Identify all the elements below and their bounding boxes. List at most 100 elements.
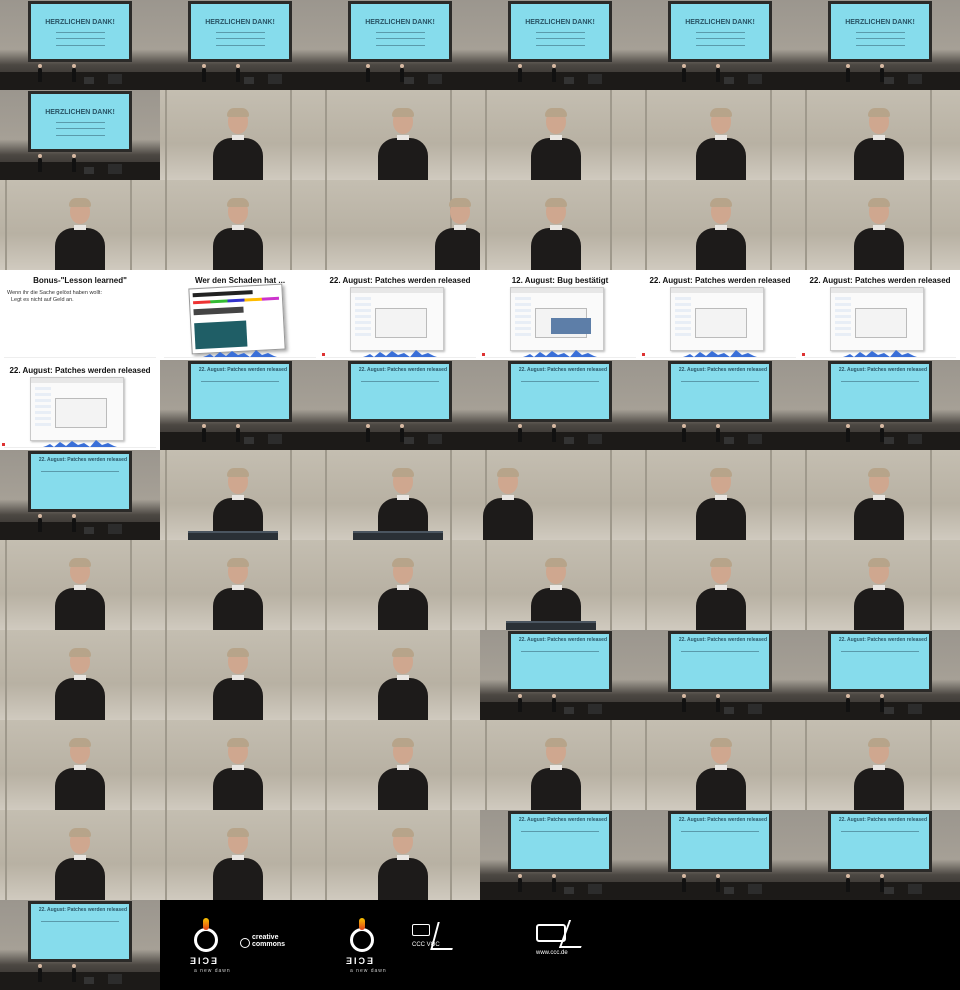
speaker-hair — [868, 558, 890, 567]
video-thumbnail: 22. August: Patches werden released — [800, 630, 960, 720]
projector-screen: HERZLICHEN DANK! — [828, 1, 932, 62]
speaker-body — [854, 138, 904, 180]
wall-panel — [325, 810, 327, 900]
wall-panel — [325, 90, 327, 180]
screen-line — [840, 650, 920, 652]
presenter — [38, 64, 42, 82]
screen-content: HERZLICHEN DANK! — [191, 4, 289, 59]
speaker-hair — [868, 468, 890, 477]
wall-panel — [5, 720, 7, 810]
screen-line — [375, 44, 425, 46]
wall-panel — [645, 90, 647, 180]
screen-line — [55, 44, 105, 46]
presenter — [716, 694, 720, 712]
speaker-body — [213, 228, 263, 270]
presenter — [682, 424, 686, 442]
sidebar-lines — [515, 297, 531, 337]
shirt-collar — [232, 495, 244, 500]
lectern — [428, 74, 442, 84]
speaker-body — [696, 588, 746, 630]
wall-panel — [645, 720, 647, 810]
video-thumbnail — [320, 630, 480, 720]
stage-monitor — [884, 437, 894, 444]
slide-footer-line — [4, 357, 156, 358]
screen-content: 22. August: Patches werden released — [671, 634, 769, 689]
lectern — [748, 884, 762, 894]
browser-bar — [831, 288, 923, 293]
screen-line — [55, 121, 105, 123]
speaker-body — [55, 768, 105, 810]
browser-bar — [511, 288, 603, 293]
lectern — [108, 974, 122, 984]
stage-monitor — [564, 707, 574, 714]
stage-floor — [480, 702, 640, 720]
wall-panel — [450, 630, 452, 720]
wall-panel — [805, 450, 807, 540]
congress-logo-word: ƎIƆƎ — [346, 956, 376, 966]
presenter — [366, 64, 370, 82]
speaker-hair — [710, 108, 732, 117]
presenter — [202, 64, 206, 82]
video-thumbnail — [320, 90, 480, 180]
screen-line — [215, 38, 265, 40]
shirt-collar — [397, 855, 409, 860]
screen-line — [215, 44, 265, 46]
speaker-hair — [227, 468, 249, 477]
speaker-hair — [392, 648, 414, 657]
video-thumbnail: 22. August: Patches werden released — [480, 630, 640, 720]
video-thumbnail — [160, 540, 320, 630]
video-thumbnail: 22. August: Patches werden released — [0, 360, 160, 450]
lectern-edge — [353, 531, 443, 540]
lectern — [588, 74, 602, 84]
screen-title: HERZLICHEN DANK! — [205, 19, 275, 27]
speaker-hair — [497, 468, 519, 477]
sidebar-lines — [675, 297, 691, 337]
screen-title: 22. August: Patches werden released — [198, 367, 288, 374]
shirt-collar — [74, 675, 86, 680]
speaker-body — [531, 228, 581, 270]
speaker-hair — [868, 198, 890, 207]
speaker-hair — [69, 558, 91, 567]
speaker-hair — [69, 828, 91, 837]
screen-content: 22. August: Patches werden released — [831, 634, 929, 689]
wall-panel — [770, 450, 772, 540]
browser-screenshot — [510, 287, 604, 351]
screen-line — [535, 31, 585, 33]
news-photo — [194, 320, 248, 350]
stage-monitor — [564, 437, 574, 444]
video-thumbnail — [480, 450, 640, 540]
screen-line — [360, 380, 440, 382]
video-thumbnail: 22. August: Patches werden released — [640, 630, 800, 720]
video-thumbnail: HERZLICHEN DANK! — [0, 0, 160, 90]
screen-line — [520, 380, 600, 382]
screen-title: 22. August: Patches werden released — [678, 367, 768, 374]
wall-panel — [485, 540, 487, 630]
congress-tagline: a new dawn — [350, 968, 387, 974]
screen-line — [695, 31, 745, 33]
video-thumbnail: HERZLICHEN DANK! — [640, 0, 800, 90]
wall-panel — [165, 90, 167, 180]
video-thumbnail — [480, 90, 640, 180]
shirt-collar — [74, 855, 86, 860]
speaker-body — [854, 588, 904, 630]
speaker-body — [378, 588, 428, 630]
presenter — [72, 514, 76, 532]
shirt-collar — [715, 585, 727, 590]
video-thumbnail — [320, 450, 480, 540]
wall-panel — [130, 540, 132, 630]
presenter — [38, 154, 42, 172]
wall-panel — [930, 540, 932, 630]
shirt-collar — [397, 495, 409, 500]
speaker-hair — [69, 648, 91, 657]
wall-panel — [645, 450, 647, 540]
speaker-body — [55, 858, 105, 900]
speaker-body — [378, 768, 428, 810]
shirt-collar — [232, 225, 244, 230]
callout-box — [551, 318, 591, 334]
shirt-collar — [873, 495, 885, 500]
speaker-body — [213, 678, 263, 720]
screen-title: HERZLICHEN DANK! — [365, 19, 435, 27]
stage-floor — [0, 72, 160, 90]
speaker-body — [696, 498, 746, 540]
wall-panel — [325, 630, 327, 720]
